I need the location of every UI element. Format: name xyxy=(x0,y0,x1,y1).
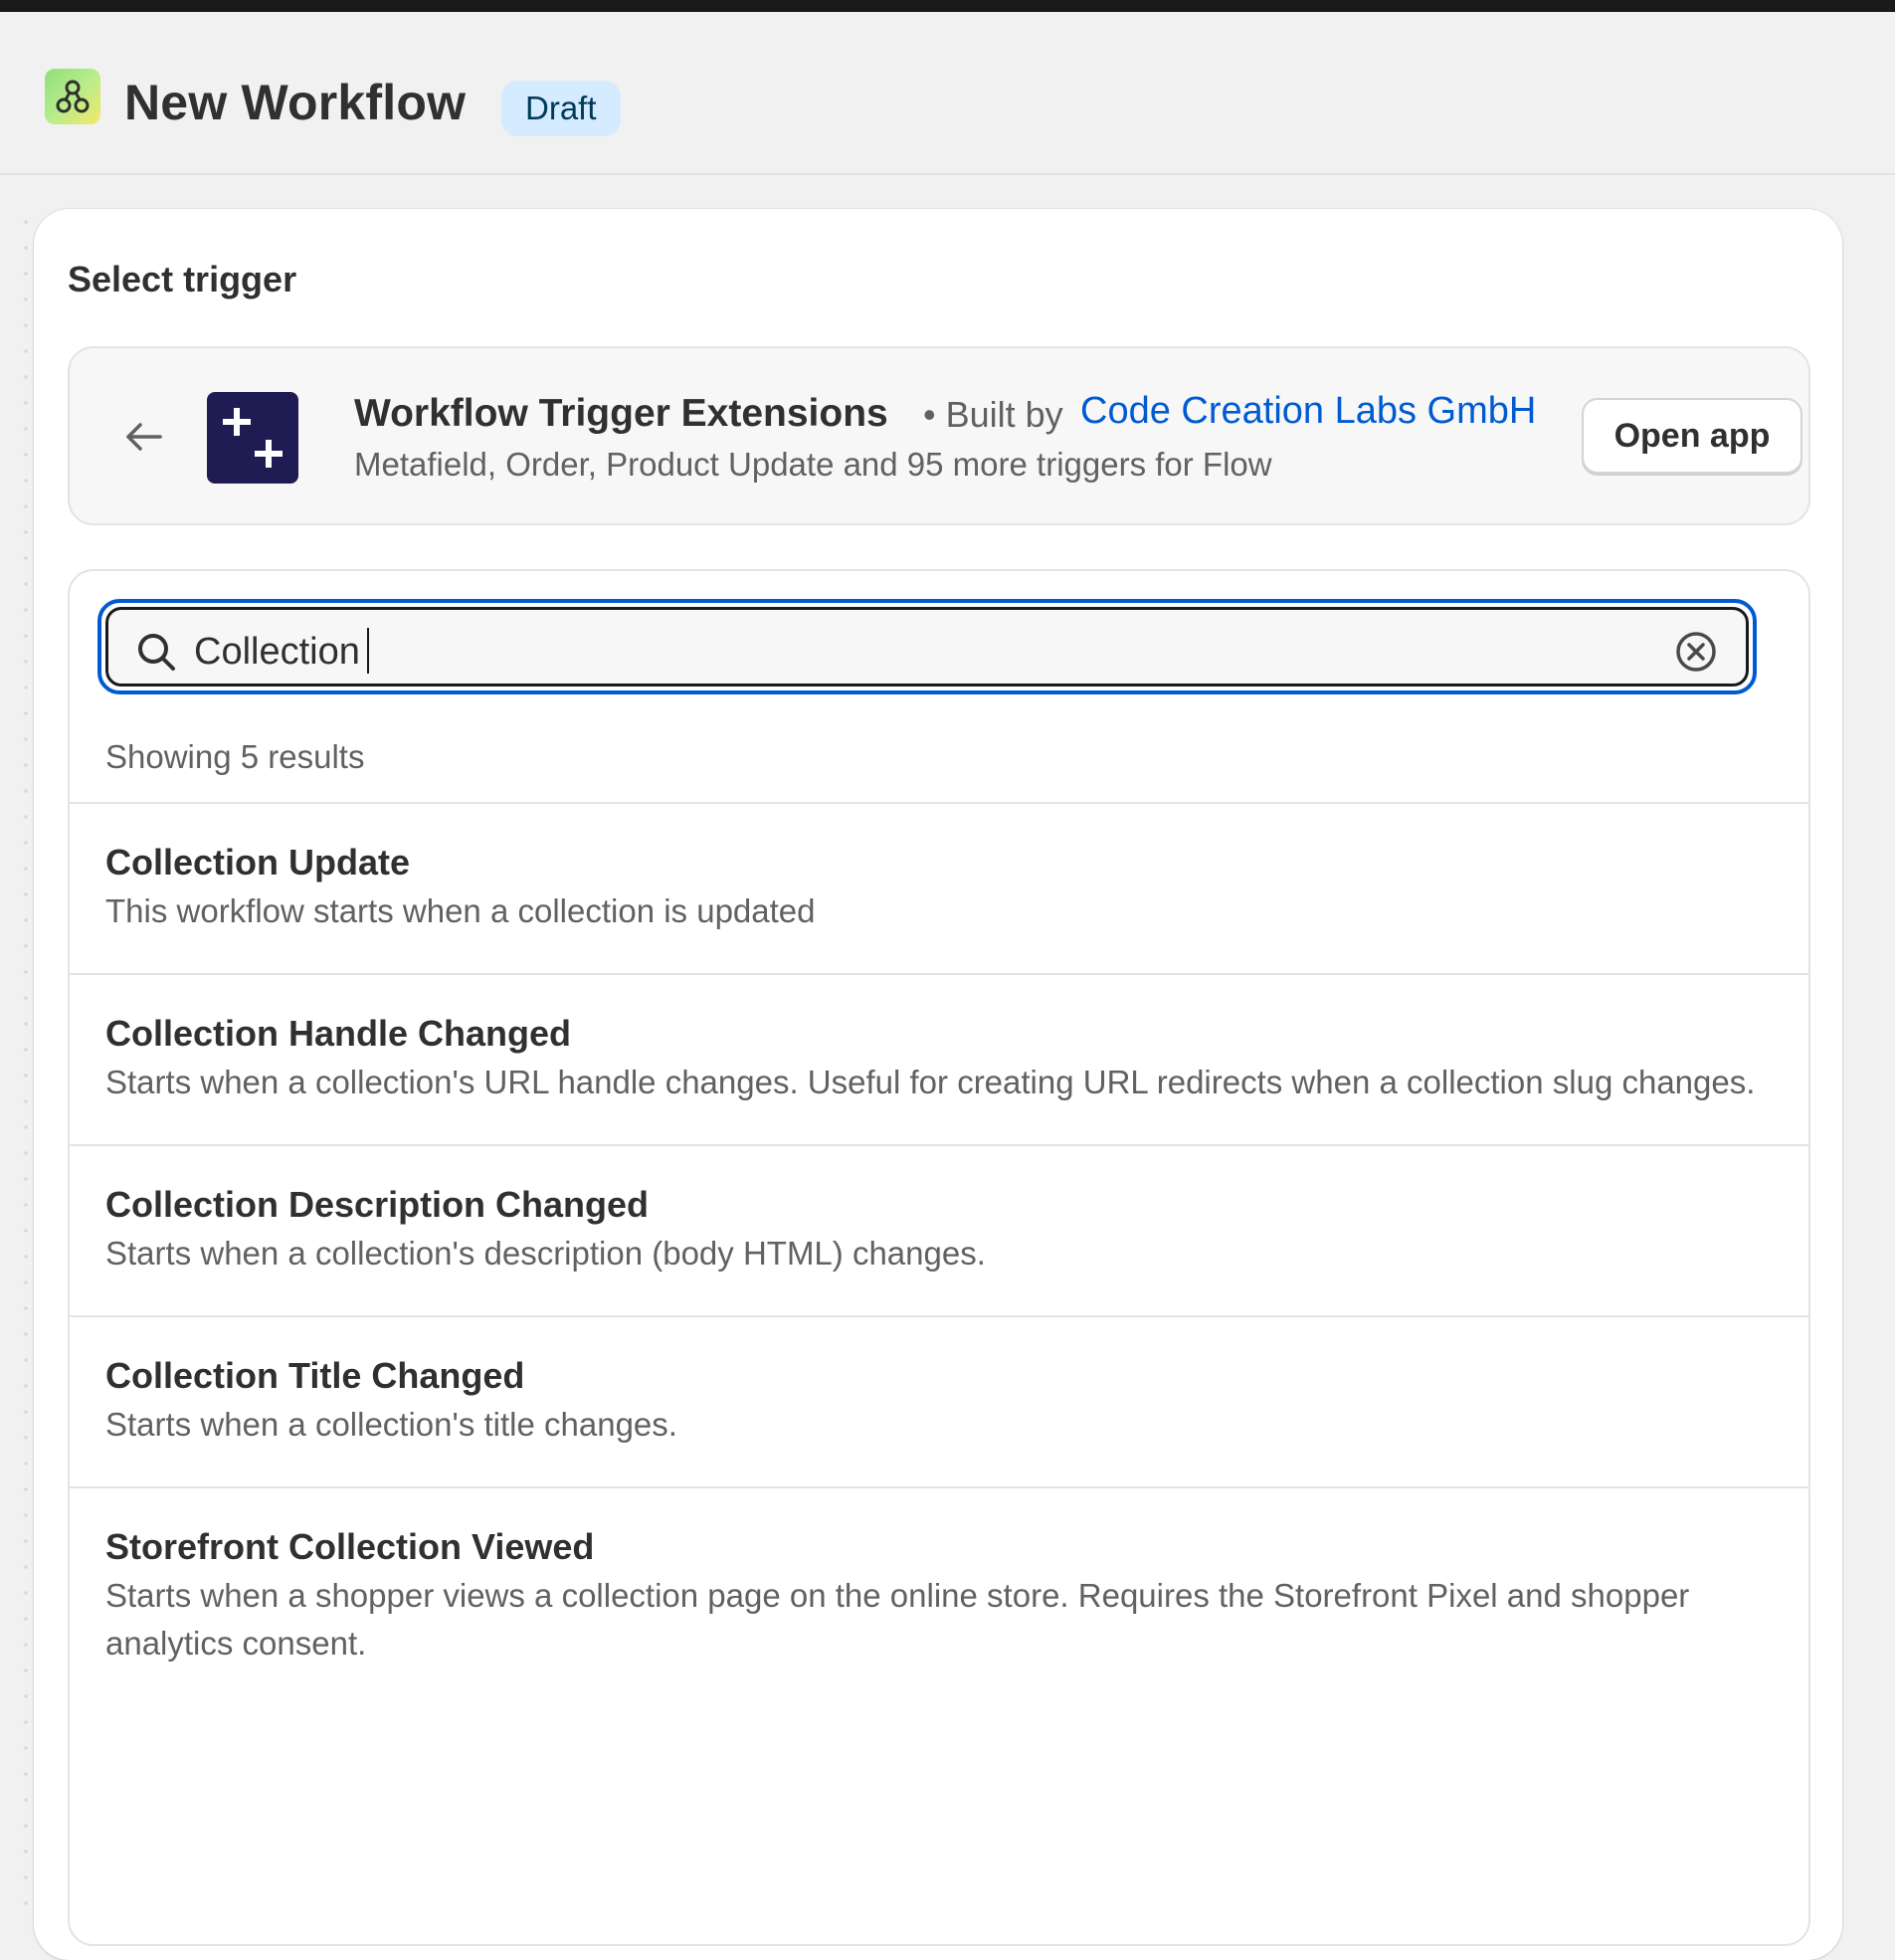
results-count: Showing 5 results xyxy=(105,738,365,775)
window-top-strip xyxy=(0,0,1895,12)
developer-link[interactable]: Code Creation Labs GmbH xyxy=(1080,390,1536,433)
page-title: New Workflow xyxy=(124,75,467,130)
plus-plus-icon xyxy=(207,392,298,484)
result-title: Collection Description Changed xyxy=(105,1184,650,1225)
text-caret xyxy=(367,628,369,674)
x-circle-icon[interactable] xyxy=(1674,630,1718,674)
result-title: Collection Update xyxy=(105,842,411,882)
search-input[interactable] xyxy=(192,614,1628,689)
search-icon xyxy=(138,634,175,671)
result-item-collection-title-changed[interactable]: Collection Title Changed Starts when a c… xyxy=(70,1315,1808,1486)
search-field-inner xyxy=(105,607,1749,689)
arrow-left-icon xyxy=(126,423,162,451)
result-item-collection-update[interactable]: Collection Update This workflow starts w… xyxy=(70,802,1808,973)
result-item-storefront-collection-viewed[interactable]: Storefront Collection Viewed Starts when… xyxy=(70,1486,1808,1705)
result-title: Collection Handle Changed xyxy=(105,1013,572,1054)
flow-icon xyxy=(45,69,100,124)
background-texture xyxy=(22,209,30,1910)
result-title: Storefront Collection Viewed xyxy=(105,1526,595,1567)
result-description: This workflow starts when a collection i… xyxy=(105,892,816,929)
result-title: Collection Title Changed xyxy=(105,1355,525,1396)
status-badge: Draft xyxy=(501,81,621,136)
result-description: Starts when a shopper views a collection… xyxy=(105,1577,1690,1662)
panel-title: Select trigger xyxy=(68,259,297,299)
result-item-collection-description-changed[interactable]: Collection Description Changed Starts wh… xyxy=(70,1144,1808,1315)
app-name: Workflow Trigger Extensions xyxy=(354,392,888,435)
open-app-button[interactable]: Open app xyxy=(1582,398,1802,474)
app-description: Metafield, Order, Product Update and 95 … xyxy=(354,446,1272,483)
page-header: New Workflow Draft xyxy=(0,12,1895,175)
select-trigger-panel: Select trigger Workflow Trigger Extensio… xyxy=(34,209,1842,1960)
trigger-results: Showing 5 results Collection Update This… xyxy=(68,569,1810,1946)
app-info-card: Workflow Trigger Extensions • Built by C… xyxy=(68,346,1810,525)
result-description: Starts when a collection's description (… xyxy=(105,1235,986,1272)
back-button[interactable] xyxy=(117,410,171,464)
result-description: Starts when a collection's URL handle ch… xyxy=(105,1064,1756,1100)
result-item-collection-handle-changed[interactable]: Collection Handle Changed Starts when a … xyxy=(70,973,1808,1144)
search-field[interactable] xyxy=(97,599,1757,694)
result-description: Starts when a collection's title changes… xyxy=(105,1406,677,1443)
result-list: Collection Update This workflow starts w… xyxy=(70,802,1808,1705)
built-by-label: • Built by xyxy=(923,394,1063,435)
